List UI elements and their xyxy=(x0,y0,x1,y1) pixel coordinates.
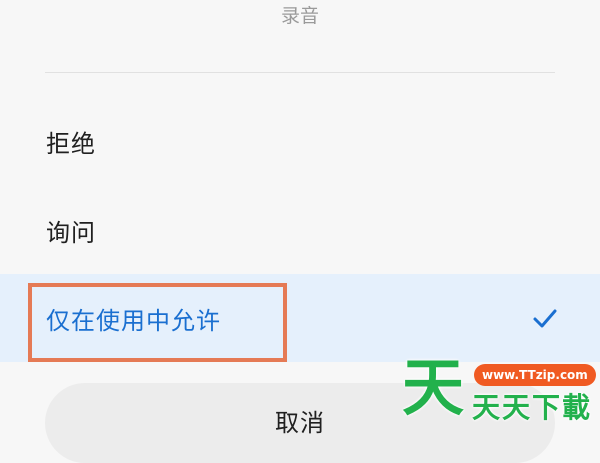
watermark-name: 天天下載 xyxy=(472,391,593,424)
watermark-logo-char: 天 xyxy=(402,351,465,424)
divider xyxy=(45,72,555,73)
watermark-url: www.TTzip.com xyxy=(474,364,596,386)
option-allow-while-using-label: 仅在使用中允许 xyxy=(46,306,221,335)
option-ask-label: 询问 xyxy=(46,218,96,247)
watermark-logo: 天 www.TTzip.com 天天下載 xyxy=(402,351,596,432)
option-deny[interactable]: 拒绝 xyxy=(0,97,600,185)
dialog-title: 录音 xyxy=(280,5,319,27)
permission-dialog: 录音 拒绝 询问 仅在使用中允许 取消 天 www.TTzip.com 天天下載 xyxy=(0,0,600,463)
cancel-button-label: 取消 xyxy=(275,409,325,437)
option-allow-while-using[interactable]: 仅在使用中允许 xyxy=(0,274,600,362)
option-deny-label: 拒绝 xyxy=(46,129,96,158)
option-ask[interactable]: 询问 xyxy=(0,186,600,274)
check-icon xyxy=(533,309,557,328)
